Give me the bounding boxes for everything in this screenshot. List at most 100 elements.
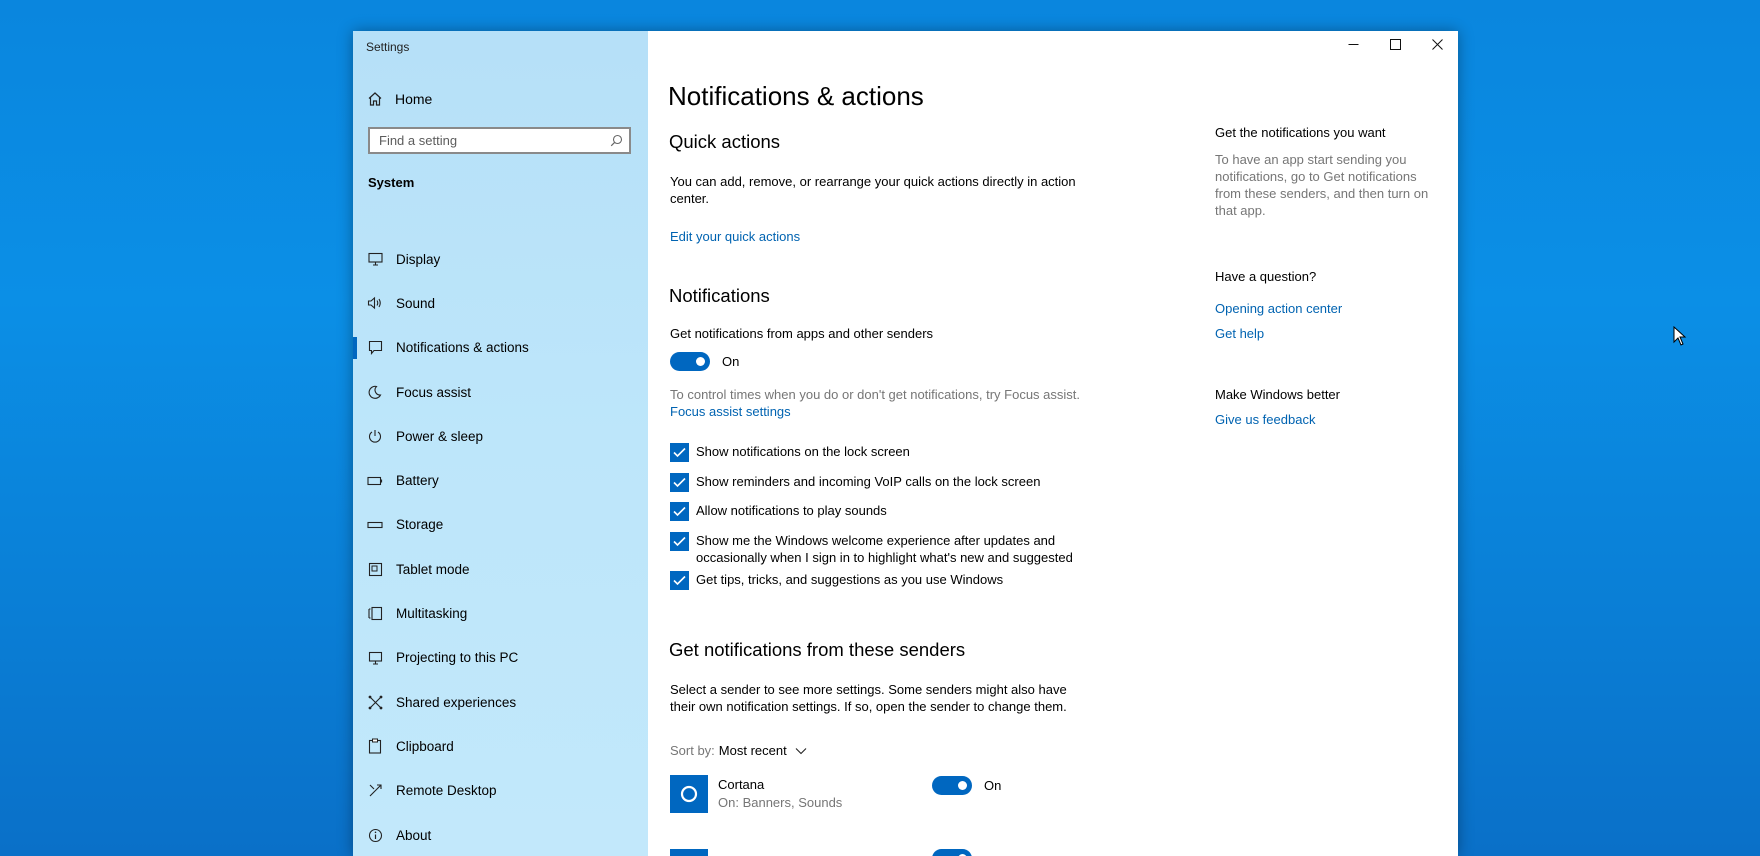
- sidebar-item-notifications-actions[interactable]: Notifications & actions: [353, 326, 648, 370]
- multitasking-icon: [367, 606, 383, 622]
- sender-toggle-row-cortana: On: [932, 776, 1001, 795]
- checkmark-icon: [673, 536, 686, 547]
- sidebar-nav: Display Sound Notifications & actions Fo…: [353, 237, 648, 856]
- checkbox-row-reminders-voip[interactable]: Show reminders and incoming VoIP calls o…: [670, 473, 1090, 492]
- checkbox-label: Get tips, tricks, and suggestions as you…: [696, 572, 1004, 587]
- sidebar-item-display[interactable]: Display: [353, 237, 648, 281]
- window-controls: [1332, 31, 1458, 57]
- opening-action-center-link[interactable]: Opening action center: [1215, 301, 1342, 316]
- moon-icon: [367, 384, 383, 400]
- mouse-cursor-icon: [1673, 326, 1687, 346]
- maximize-button[interactable]: [1374, 31, 1416, 57]
- maximize-icon: [1389, 38, 1401, 50]
- speaker-icon: [367, 295, 383, 311]
- sidebar-item-storage[interactable]: Storage: [353, 503, 648, 547]
- checkmark-icon: [673, 477, 686, 488]
- sidebar-item-label: About: [396, 827, 432, 843]
- question-heading: Have a question?: [1215, 269, 1317, 284]
- search-icon[interactable]: [603, 134, 629, 147]
- sort-by-label: Sort by:: [670, 743, 715, 758]
- projecting-icon: [367, 650, 383, 666]
- focus-assist-settings-link[interactable]: Focus assist settings: [670, 404, 791, 419]
- sidebar-item-label: Notifications & actions: [396, 340, 529, 356]
- get-notifications-text: To have an app start sending you notific…: [1215, 152, 1429, 218]
- home-icon: [368, 92, 382, 106]
- notifications-toggle-label: Get notifications from apps and other se…: [670, 326, 934, 341]
- checkbox-tips-tricks[interactable]: [670, 571, 689, 590]
- sidebar-item-label: Display: [396, 251, 441, 267]
- checkbox-row-tips-tricks[interactable]: Get tips, tricks, and suggestions as you…: [670, 571, 1090, 590]
- sidebar-item-power-sleep[interactable]: Power & sleep: [353, 414, 648, 458]
- home-link[interactable]: Home: [367, 87, 432, 111]
- next-sender-app-icon: [670, 849, 708, 856]
- notifications-toggle[interactable]: [670, 352, 710, 371]
- sidebar-item-label: Remote Desktop: [396, 783, 497, 799]
- checkbox-label: Show me the Windows welcome experience a…: [696, 533, 1073, 565]
- sidebar-item-label: Projecting to this PC: [396, 650, 519, 666]
- power-icon: [367, 428, 383, 444]
- get-help-link[interactable]: Get help: [1215, 326, 1264, 341]
- quick-actions-heading: Quick actions: [669, 131, 781, 152]
- senders-heading: Get notifications from these senders: [669, 639, 966, 660]
- sender-toggle-state: On: [984, 778, 1002, 793]
- close-icon: [1431, 38, 1443, 50]
- checkbox-reminders-voip[interactable]: [670, 473, 689, 492]
- minimize-icon: [1348, 43, 1358, 45]
- sidebar-item-label: Storage: [396, 517, 444, 533]
- checkbox-row-play-sounds[interactable]: Allow notifications to play sounds: [670, 502, 1090, 521]
- sender-detail-cortana: On: Banners, Sounds: [718, 795, 843, 810]
- get-notifications-heading: Get the notifications you want: [1215, 125, 1386, 140]
- sidebar-item-clipboard[interactable]: Clipboard: [353, 724, 648, 768]
- main-content: Notifications & actions Quick actions Yo…: [648, 31, 1458, 856]
- monitor-icon: [367, 251, 383, 267]
- sidebar-item-focus-assist[interactable]: Focus assist: [353, 370, 648, 414]
- sidebar-item-label: Clipboard: [396, 738, 454, 754]
- sidebar-item-battery[interactable]: Battery: [353, 458, 648, 502]
- close-button[interactable]: [1416, 31, 1458, 57]
- sort-by-dropdown[interactable]: Sort by: Most recent: [670, 743, 807, 758]
- sidebar-item-tablet-mode[interactable]: Tablet mode: [353, 547, 648, 591]
- checkbox-label: Allow notifications to play sounds: [696, 503, 887, 518]
- next-sender-toggle[interactable]: [932, 849, 972, 856]
- sidebar-item-about[interactable]: About: [353, 813, 648, 856]
- cortana-icon: [680, 785, 698, 803]
- give-feedback-link[interactable]: Give us feedback: [1215, 412, 1315, 427]
- sidebar-item-shared-experiences[interactable]: Shared experiences: [353, 680, 648, 724]
- quick-actions-description: You can add, remove, or rearrange your q…: [670, 174, 1076, 206]
- checkbox-row-lock-screen[interactable]: Show notifications on the lock screen: [670, 443, 1090, 462]
- feedback-heading: Make Windows better: [1215, 387, 1340, 402]
- sidebar-item-multitasking[interactable]: Multitasking: [353, 591, 648, 635]
- checkbox-row-welcome-experience[interactable]: Show me the Windows welcome experience a…: [670, 532, 1090, 566]
- notifications-heading: Notifications: [669, 285, 770, 306]
- sidebar-item-label: Shared experiences: [396, 694, 517, 710]
- sort-by-value: Most recent: [718, 743, 787, 758]
- cortana-app-icon: [670, 775, 708, 813]
- checkbox-label: Show reminders and incoming VoIP calls o…: [696, 474, 1041, 489]
- settings-window: Settings Home System Display Sound: [353, 31, 1458, 856]
- checkmark-icon: [673, 447, 686, 458]
- sidebar: Settings Home System Display Sound: [353, 31, 648, 856]
- checkbox-play-sounds[interactable]: [670, 502, 689, 521]
- tablet-mode-icon: [367, 561, 383, 577]
- chevron-down-icon: [795, 747, 807, 754]
- page-title: Notifications & actions: [668, 81, 924, 111]
- minimize-button[interactable]: [1332, 31, 1374, 57]
- sidebar-item-remote-desktop[interactable]: Remote Desktop: [353, 769, 648, 813]
- sidebar-item-label: Power & sleep: [396, 428, 484, 444]
- edit-quick-actions-link[interactable]: Edit your quick actions: [670, 229, 800, 244]
- remote-desktop-icon: [367, 783, 383, 799]
- sidebar-item-projecting[interactable]: Projecting to this PC: [353, 636, 648, 680]
- search-box[interactable]: [368, 127, 631, 154]
- sender-name-cortana[interactable]: Cortana: [718, 777, 764, 792]
- toggle-switch[interactable]: [932, 849, 972, 856]
- checkbox-lock-screen[interactable]: [670, 443, 689, 462]
- checkbox-label: Show notifications on the lock screen: [696, 444, 910, 459]
- search-input[interactable]: [370, 133, 603, 148]
- sender-toggle-cortana[interactable]: [932, 776, 972, 795]
- sidebar-item-sound[interactable]: Sound: [353, 281, 648, 325]
- checkbox-welcome-experience[interactable]: [670, 532, 689, 551]
- info-icon: [367, 827, 383, 843]
- notifications-toggle-state: On: [722, 354, 740, 369]
- home-label: Home: [395, 91, 433, 107]
- sidebar-item-label: Tablet mode: [396, 561, 470, 577]
